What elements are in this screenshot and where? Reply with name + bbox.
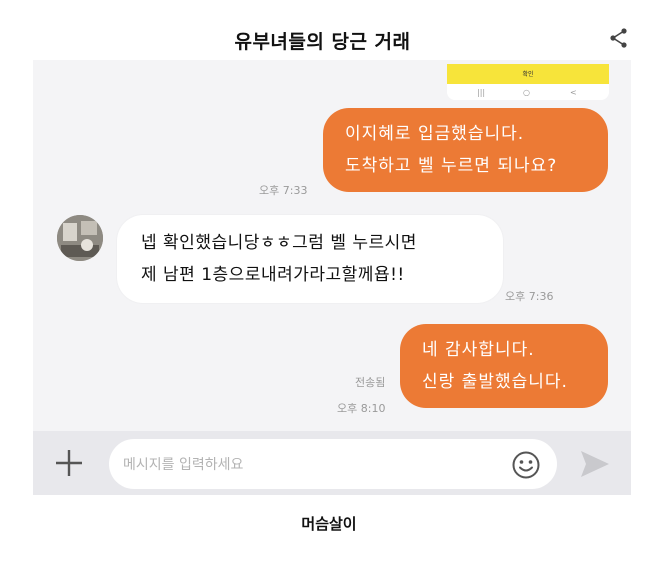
share-icon[interactable] xyxy=(607,26,631,50)
message-line: 도착하고 벨 누르면 되나요? xyxy=(345,156,558,176)
avatar[interactable] xyxy=(57,215,103,261)
chat-screenshot: 확인 ||| ○ < 이지혜로 입금했습니다. 도착하고 벨 누르면 되나요? … xyxy=(33,60,631,495)
message-time: 오후 8:10 xyxy=(337,402,386,415)
message-line: 제 남편 1층으로내려가라고할께욥!! xyxy=(141,265,405,285)
recent-apps-icon[interactable]: ||| xyxy=(477,88,485,97)
message-bubble-outgoing: 이지혜로 입금했습니다. 도착하고 벨 누르면 되나요? xyxy=(323,108,608,192)
message-line: 신랑 출발했습니다. xyxy=(422,372,568,392)
message-line: 넵 확인했습니당ㅎㅎ그럼 벨 누르시면 xyxy=(141,233,417,253)
smiley-icon[interactable] xyxy=(511,450,541,480)
message-bubble-outgoing: 네 감사합니다. 신랑 출발했습니다. xyxy=(400,324,608,408)
message-line: 네 감사합니다. xyxy=(422,340,535,360)
message-time: 오후 7:36 xyxy=(505,290,554,303)
avatar-photo xyxy=(57,215,103,261)
image-caption: 머슴살이 xyxy=(301,515,357,533)
message-time: 오후 7:33 xyxy=(259,184,308,197)
message-input[interactable]: 메시지를 입력하세요 xyxy=(109,439,557,489)
message-line: 이지혜로 입금했습니다. xyxy=(345,124,525,144)
home-icon[interactable]: ○ xyxy=(523,88,530,97)
send-icon[interactable] xyxy=(579,449,611,479)
back-icon[interactable]: < xyxy=(570,88,577,97)
message-input-placeholder: 메시지를 입력하세요 xyxy=(123,457,244,473)
message-input-bar: 메시지를 입력하세요 xyxy=(33,431,631,495)
page-title: 유부녀들의 당근 거래 xyxy=(234,31,411,53)
phone-strip: 확인 ||| ○ < xyxy=(447,64,609,100)
confirm-bar[interactable]: 확인 xyxy=(447,64,609,84)
message-status: 전송됨 xyxy=(355,376,386,389)
message-bubble-incoming: 넵 확인했습니당ㅎㅎ그럼 벨 누르시면 제 남편 1층으로내려가라고할께욥!! xyxy=(117,215,503,303)
plus-icon[interactable] xyxy=(51,445,87,481)
confirm-label: 확인 xyxy=(522,71,534,78)
